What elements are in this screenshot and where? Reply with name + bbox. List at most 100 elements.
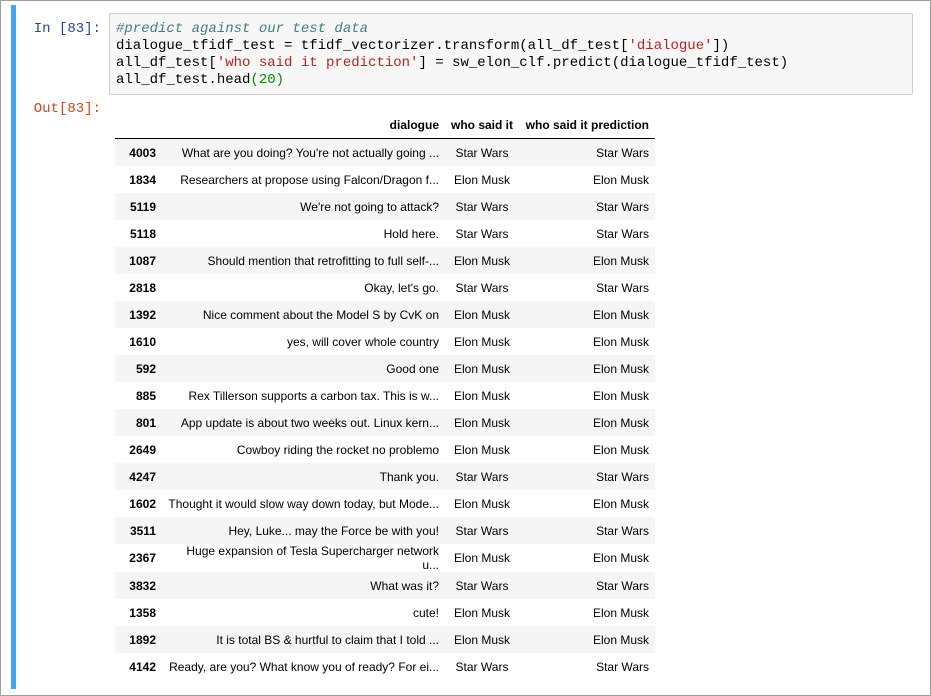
row-index: 1358 <box>129 605 156 620</box>
table-row: 2367 Huge expansion of Tesla Supercharger… <box>115 544 655 572</box>
table-row: 4003 What are you doing? You're not actua… <box>115 138 655 166</box>
column-header-dialogue: dialogue <box>389 118 439 132</box>
input-prompt: In [83]: <box>33 21 101 37</box>
prediction-cell: Elon Musk <box>592 632 649 647</box>
table-row: 4142 Ready, are you? What know you of rea… <box>115 653 655 680</box>
who-said-it-cell: Elon Musk <box>453 496 511 511</box>
prediction-cell: Elon Musk <box>592 307 649 322</box>
code-line-4-number: (20) <box>250 72 285 88</box>
who-said-it-cell: Elon Musk <box>453 334 511 349</box>
row-index: 801 <box>135 415 156 430</box>
row-index: 592 <box>135 361 156 376</box>
dialogue-cell: Hey, Luke... may the Force be with you! <box>228 523 439 538</box>
prediction-cell: Elon Musk <box>592 415 649 430</box>
table-row: 1610 yes, will cover whole country Elon Mu… <box>115 328 655 355</box>
dialogue-cell: Researchers at propose using Falcon/Drag… <box>180 172 439 187</box>
prediction-cell: Star Wars <box>596 469 649 484</box>
code-line-3b: ] = sw_elon_clf.predict(dialogue_tfidf_t… <box>418 55 789 71</box>
row-index: 5119 <box>129 199 156 214</box>
who-said-it-cell: Star Wars <box>455 199 509 214</box>
prediction-cell: Star Wars <box>596 280 649 295</box>
prediction-cell: Elon Musk <box>592 551 649 565</box>
prediction-cell: Star Wars <box>596 578 649 593</box>
table-row: 1087 Should mention that retrofitting to … <box>115 247 655 274</box>
table-row: 801 App update is about two weeks out. Li… <box>115 409 655 436</box>
output-prompt: Out[83]: <box>33 101 101 117</box>
dialogue-cell: Okay, let's go. <box>364 280 439 295</box>
code-text: #predict against our test data dialogue_… <box>116 21 788 89</box>
who-said-it-cell: Star Wars <box>455 226 509 241</box>
dialogue-cell: cute! <box>412 605 439 620</box>
who-said-it-cell: Elon Musk <box>453 361 511 376</box>
prediction-cell: Star Wars <box>596 523 649 538</box>
prediction-cell: Elon Musk <box>592 388 649 403</box>
table-row: 4247 Thank you. Star Wars Star Wars <box>115 463 655 490</box>
row-index: 1892 <box>129 632 156 647</box>
prediction-cell: Elon Musk <box>592 605 649 620</box>
table-row: 1358 cute! Elon Musk Elon Musk <box>115 599 655 626</box>
who-said-it-cell: Elon Musk <box>453 605 511 620</box>
who-said-it-cell: Elon Musk <box>453 388 511 403</box>
code-cell[interactable]: In [83]: #predict against our test data … <box>11 5 924 689</box>
row-index: 3832 <box>129 578 156 593</box>
dialogue-cell: It is total BS & hurtful to claim that I… <box>216 632 439 647</box>
dialogue-cell: What are you doing? You're not actually … <box>181 145 439 160</box>
code-line-3-string: 'who said it prediction' <box>216 55 419 71</box>
dialogue-cell: Ready, are you? What know you of ready? … <box>169 659 439 674</box>
row-index: 1834 <box>129 172 156 187</box>
table-row: 3511 Hey, Luke... may the Force be with y… <box>115 517 655 544</box>
who-said-it-cell: Elon Musk <box>453 442 511 457</box>
row-index: 885 <box>135 388 156 403</box>
row-index: 1602 <box>129 496 156 511</box>
dialogue-cell: Hold here. <box>383 226 439 241</box>
who-said-it-cell: Elon Musk <box>453 415 511 430</box>
row-index: 2649 <box>129 442 156 457</box>
code-line-2b: ]) <box>712 38 730 54</box>
dialogue-cell: Nice comment about the Model S by CvK on <box>202 307 439 322</box>
dialogue-cell: Should mention that retrofitting to full… <box>207 253 439 268</box>
code-line-3a: all_df_test[ <box>116 55 217 71</box>
dialogue-cell: Cowboy riding the rocket no problemo <box>236 442 439 457</box>
who-said-it-cell: Star Wars <box>455 659 509 674</box>
prediction-cell: Star Wars <box>596 226 649 241</box>
table-row: 3832 What was it? Star Wars Star Wars <box>115 572 655 599</box>
code-comment: #predict against our test data <box>116 21 369 37</box>
row-index: 4247 <box>129 469 156 484</box>
who-said-it-cell: Elon Musk <box>453 551 511 565</box>
who-said-it-cell: Elon Musk <box>453 307 511 322</box>
table-row: 592 Good one Elon Musk Elon Musk <box>115 355 655 382</box>
dialogue-cell: Thought it would slow way down today, bu… <box>168 496 439 511</box>
dialogue-cell: Good one <box>386 361 439 376</box>
code-line-2-string: 'dialogue' <box>628 38 713 54</box>
prediction-cell: Elon Musk <box>592 442 649 457</box>
row-index: 2818 <box>129 280 156 295</box>
table-row: 1392 Nice comment about the Model S by Cv… <box>115 301 655 328</box>
who-said-it-cell: Star Wars <box>455 578 509 593</box>
table-row: 885 Rex Tillerson supports a carbon tax. … <box>115 382 655 409</box>
row-index: 2367 <box>129 551 156 565</box>
prediction-cell: Star Wars <box>596 659 649 674</box>
row-index: 5118 <box>129 226 156 241</box>
dialogue-cell: yes, will cover whole country <box>286 334 439 349</box>
table-row: 1892 It is total BS & hurtful to claim th… <box>115 626 655 653</box>
column-header-who-said-it: who said it <box>451 118 514 132</box>
prediction-cell: Elon Musk <box>592 361 649 376</box>
who-said-it-cell: Elon Musk <box>453 253 511 268</box>
prediction-cell: Elon Musk <box>592 496 649 511</box>
who-said-it-cell: Star Wars <box>455 145 509 160</box>
table-body: 4003 What are you doing? You're not actua… <box>115 138 655 681</box>
table-row: 1602 Thought it would slow way down today… <box>115 490 655 517</box>
row-index: 3511 <box>129 523 156 538</box>
who-said-it-cell: Elon Musk <box>453 172 511 187</box>
row-index: 1610 <box>129 334 156 349</box>
dialogue-cell: We're not going to attack? <box>300 199 439 214</box>
dialogue-cell: App update is about two weeks out. Linux… <box>180 415 439 430</box>
output-area: dialogue who said it who said it predict… <box>115 112 655 680</box>
dialogue-cell: What was it? <box>370 578 439 593</box>
who-said-it-cell: Star Wars <box>455 469 509 484</box>
dialogue-cell: Thank you. <box>379 469 439 484</box>
code-editor[interactable]: #predict against our test data dialogue_… <box>109 13 913 95</box>
table-row: 2818 Okay, let's go. Star Wars Star Wars <box>115 274 655 301</box>
column-header-prediction: who said it prediction <box>525 118 649 132</box>
row-index: 1087 <box>129 253 156 268</box>
